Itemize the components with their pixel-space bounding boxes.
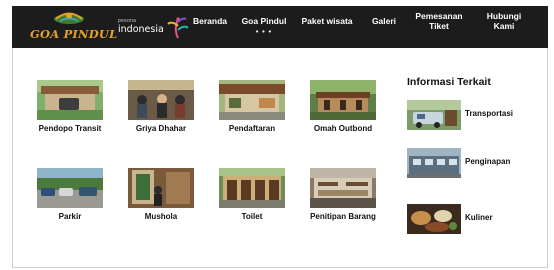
sidebar-item-kuliner[interactable]: Kuliner	[407, 204, 537, 236]
outbound-photo	[310, 80, 376, 120]
facility-label: Pendopo Transit	[38, 124, 102, 133]
goa-pindul-logo[interactable]: GOA PINDUL	[30, 10, 118, 44]
nav-goa-pindul-label: Goa Pindul	[241, 16, 287, 26]
parking-photo	[37, 168, 103, 208]
prayer-room-photo	[128, 168, 194, 208]
facility-label: Mushola	[144, 212, 178, 221]
submenu-dots-icon: • • •	[255, 29, 273, 36]
facility-label: Toilet	[241, 212, 263, 221]
sidebar-item-label: Transportasi	[465, 109, 514, 118]
food-photo	[407, 204, 461, 234]
nav-pemesanan-tiket-label: Pemesanan Tiket	[415, 11, 463, 31]
restaurant-photo	[128, 80, 194, 120]
sidebar-item-label: Kuliner	[465, 213, 493, 222]
nav-hubungi-kami[interactable]: Hubungi Kami	[478, 0, 530, 42]
sidebar-item-transportasi[interactable]: Transportasi	[407, 100, 537, 132]
nav-pemesanan-tiket[interactable]: Pemesanan Tiket	[412, 0, 466, 42]
sidebar-item-penginapan[interactable]: Penginapan	[407, 148, 537, 180]
lodging-photo	[407, 148, 461, 178]
nav-hubungi-kami-label: Hubungi Kami	[486, 11, 522, 31]
nav-galeri[interactable]: Galeri	[364, 0, 404, 42]
facility-label: Penitipan Barang	[310, 212, 376, 221]
pendopo-photo	[37, 80, 103, 120]
toilet-photo	[219, 168, 285, 208]
nav-goa-pindul[interactable]: Goa Pindul • • •	[236, 0, 292, 42]
partner-big-text: indonesia	[118, 24, 164, 35]
pesona-indonesia-logo[interactable]: pesona indonesia	[116, 14, 189, 42]
facility-label: Pendaftaran	[228, 124, 276, 133]
facility-label: Parkir	[58, 212, 82, 221]
sidebar-title: Informasi Terkait	[407, 76, 491, 88]
brand-name: GOA PINDUL	[30, 27, 118, 41]
transport-photo	[407, 100, 461, 130]
registration-photo	[219, 80, 285, 120]
logo-emblem-icon	[54, 12, 84, 24]
nav-galeri-label: Galeri	[371, 16, 397, 26]
facility-label: Griya Dhahar	[135, 124, 187, 133]
nav-paket-wisata-label: Paket wisata	[301, 16, 353, 26]
nav-beranda-label: Beranda	[192, 16, 227, 26]
storage-photo	[310, 168, 376, 208]
nav-beranda[interactable]: Beranda	[188, 0, 232, 42]
facility-label: Omah Outbond	[313, 124, 373, 133]
nav-paket-wisata[interactable]: Paket wisata	[296, 0, 358, 42]
sidebar-item-label: Penginapan	[465, 157, 511, 166]
pesona-indonesia-icon	[167, 17, 189, 39]
